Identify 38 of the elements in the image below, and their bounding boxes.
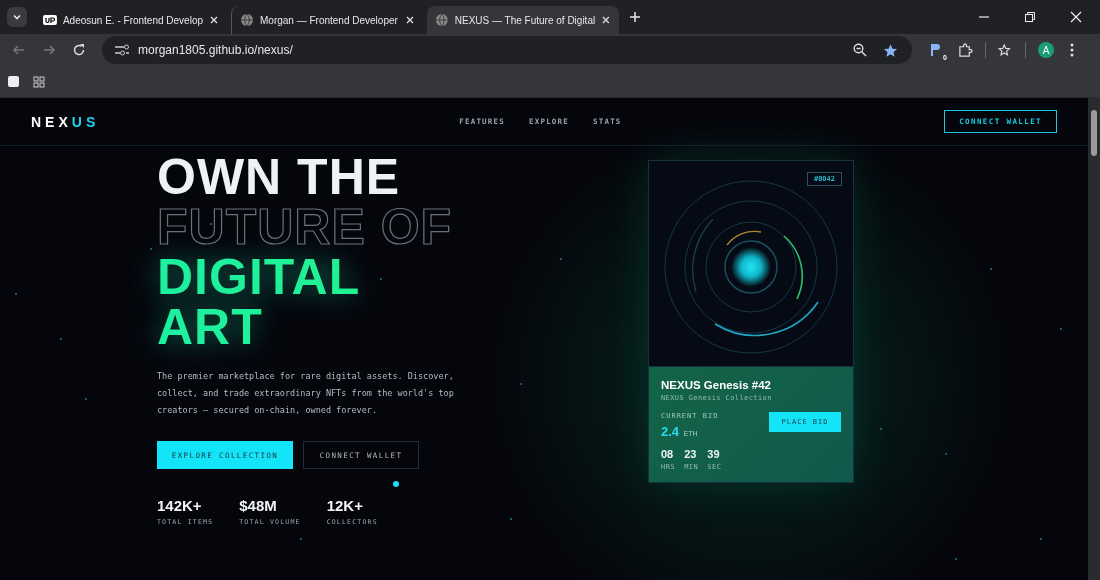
close-icon[interactable] bbox=[1070, 11, 1082, 23]
countdown-value: 39 bbox=[707, 448, 721, 460]
zoom-icon[interactable] bbox=[853, 43, 867, 57]
browser-tab[interactable]: NEXUS — The Future of Digital bbox=[427, 6, 619, 34]
more-menu-icon[interactable] bbox=[1070, 43, 1074, 57]
browser-tab[interactable]: Adeosun E. - Frontend Develop bbox=[35, 6, 227, 34]
globe-icon bbox=[435, 13, 449, 27]
globe-icon bbox=[240, 13, 254, 27]
close-icon[interactable] bbox=[405, 15, 415, 25]
address-field[interactable]: morgan1805.github.io/nexus/ bbox=[102, 36, 912, 64]
grid-icon[interactable] bbox=[33, 75, 45, 88]
hero-heading-line: OWN THE bbox=[157, 152, 402, 202]
extension-icon[interactable] bbox=[928, 42, 942, 58]
nexus-logo[interactable]: NEX US bbox=[31, 113, 100, 130]
forward-arrow-icon[interactable] bbox=[42, 43, 56, 57]
chevron-down-icon bbox=[12, 12, 22, 22]
close-icon[interactable] bbox=[209, 15, 219, 25]
square-icon[interactable] bbox=[8, 76, 19, 87]
site-logo-icon bbox=[43, 15, 57, 25]
puzzle-icon[interactable] bbox=[958, 42, 973, 58]
hero-heading-line: FUTURE OF bbox=[157, 202, 454, 252]
hero-description: The premier marketplace for rare digital assets. Discover, collect, and trade extraordinary NFTs from the world's top creators — secured on-chain, owned forever. bbox=[157, 370, 455, 417]
star-list-icon[interactable] bbox=[998, 42, 1013, 58]
countdown-value: 08 bbox=[661, 448, 675, 460]
site-settings-icon[interactable] bbox=[114, 43, 130, 57]
new-tab-icon[interactable] bbox=[629, 11, 641, 23]
stat-value: 12K+ bbox=[326, 497, 364, 514]
countdown-value: 23 bbox=[684, 448, 698, 460]
stat-value: 142K+ bbox=[157, 497, 203, 514]
star-icon[interactable] bbox=[883, 42, 898, 58]
restore-icon[interactable] bbox=[1024, 11, 1036, 23]
scrollbar[interactable] bbox=[1088, 98, 1100, 580]
reload-icon[interactable] bbox=[72, 43, 86, 57]
tab-list-button[interactable] bbox=[7, 7, 27, 27]
nft-title: NEXUS Genesis #42 bbox=[661, 379, 772, 391]
stat-value: $48M bbox=[239, 497, 278, 514]
close-icon[interactable] bbox=[601, 15, 611, 25]
back-arrow-icon[interactable] bbox=[12, 43, 26, 57]
